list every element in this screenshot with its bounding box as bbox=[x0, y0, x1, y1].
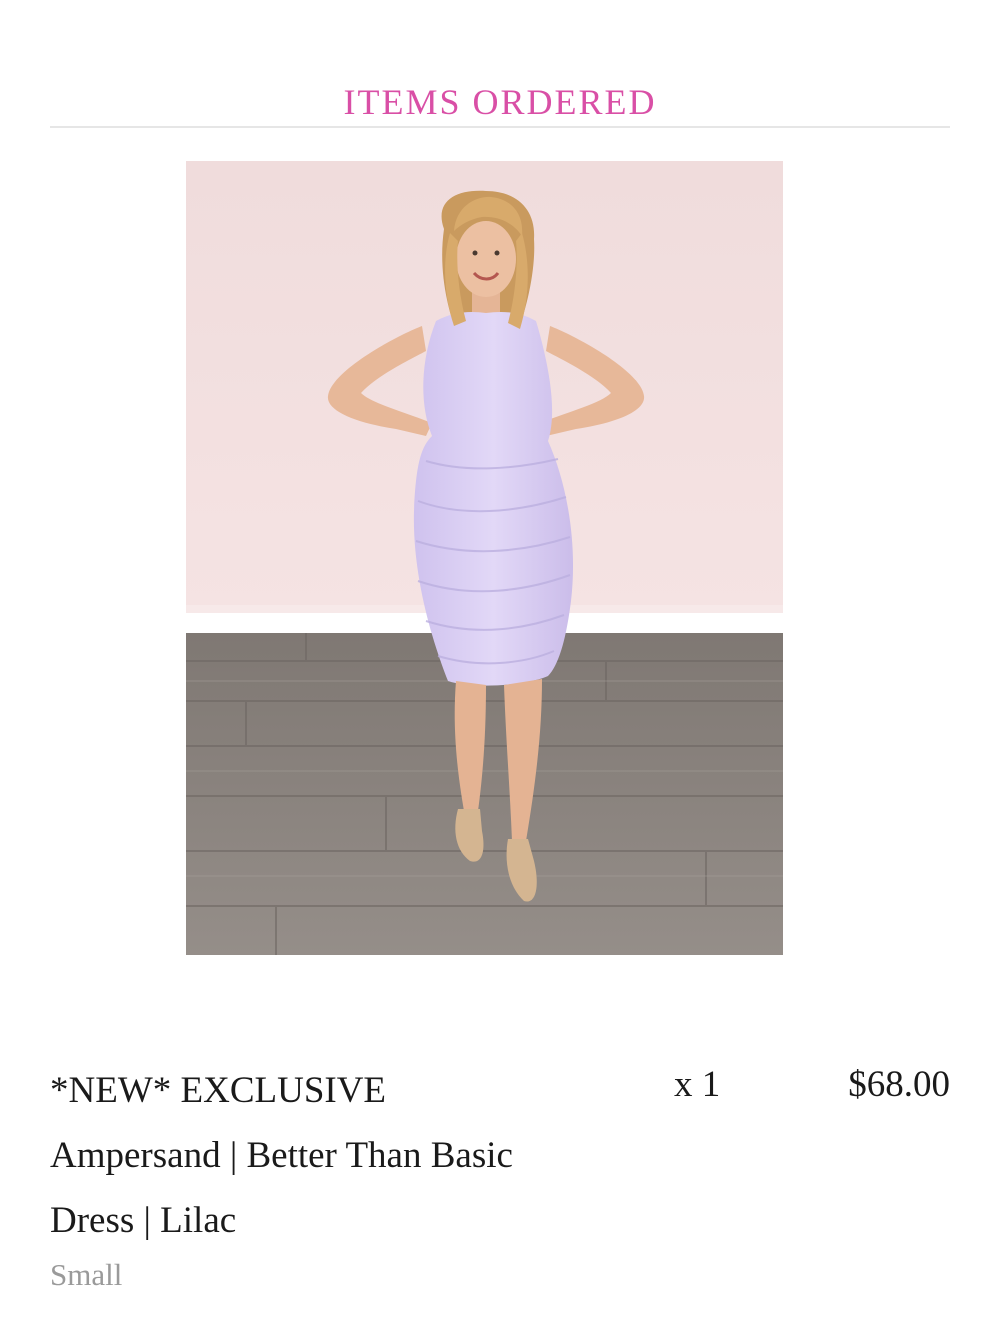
heading-divider bbox=[50, 126, 950, 128]
product-image[interactable] bbox=[186, 161, 783, 955]
items-ordered-heading: ITEMS ORDERED bbox=[343, 82, 657, 122]
item-price: $68.00 bbox=[848, 1064, 950, 1105]
product-photo-lilac-dress-icon bbox=[186, 161, 783, 955]
item-quantity: x 1 bbox=[674, 1064, 721, 1105]
item-variant: Small bbox=[50, 1257, 123, 1292]
item-name[interactable]: *NEW* EXCLUSIVE Ampersand | Better Than … bbox=[50, 1058, 530, 1253]
